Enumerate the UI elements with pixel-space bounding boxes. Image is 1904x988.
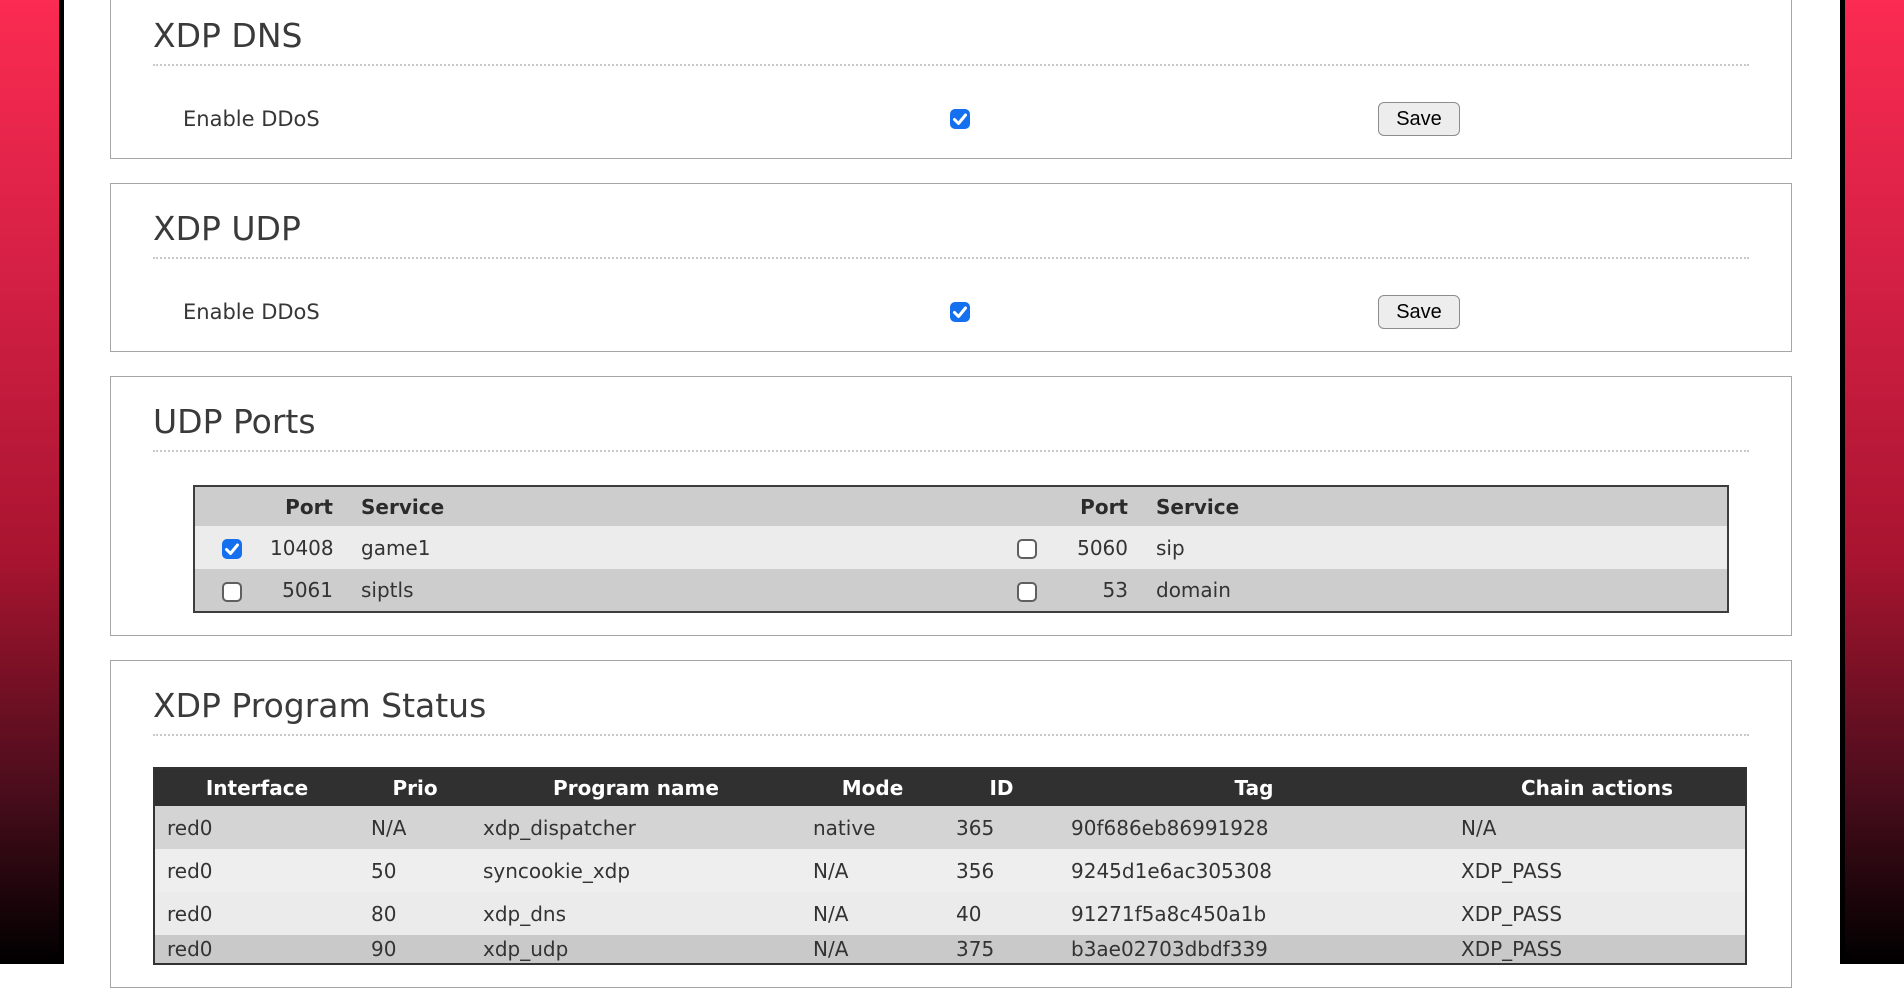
table-row: 10408 game1 5060 sip bbox=[194, 526, 1728, 569]
cell-mode: N/A bbox=[801, 849, 944, 892]
table-row: red0 90 xdp_udp N/A 375 b3ae02703dbdf339… bbox=[154, 935, 1746, 964]
section-title-xdp-program-status: XDP Program Status bbox=[153, 689, 1749, 722]
section-title-xdp-udp: XDP UDP bbox=[153, 212, 1749, 245]
card-xdp-dns: XDP DNS Enable DDoS Save bbox=[110, 0, 1792, 159]
cell-interface: red0 bbox=[154, 849, 359, 892]
column-header-id: ID bbox=[944, 768, 1059, 806]
cell-prio: 90 bbox=[359, 935, 471, 964]
table-header-row: Interface Prio Program name Mode ID Tag … bbox=[154, 768, 1746, 806]
cell-id: 40 bbox=[944, 892, 1059, 935]
cell bbox=[989, 569, 1064, 612]
cell-service: domain bbox=[1134, 569, 1728, 612]
cell-interface: red0 bbox=[154, 935, 359, 964]
cell-prio: 50 bbox=[359, 849, 471, 892]
cell-tag: 9245d1e6ac305308 bbox=[1059, 849, 1449, 892]
cell-port: 5061 bbox=[269, 569, 339, 612]
cell-program-name: xdp_dns bbox=[471, 892, 801, 935]
save-button[interactable]: Save bbox=[1378, 102, 1460, 136]
cell-chain-actions: XDP_PASS bbox=[1449, 892, 1746, 935]
divider bbox=[153, 64, 1749, 66]
column-header-chain-actions: Chain actions bbox=[1449, 768, 1746, 806]
cell-program-name: xdp_dispatcher bbox=[471, 806, 801, 849]
column-header-service: Service bbox=[339, 486, 989, 526]
cell-program-name: xdp_udp bbox=[471, 935, 801, 964]
enable-ddos-row: Enable DDoS Save bbox=[153, 295, 1749, 329]
column-header-prio: Prio bbox=[359, 768, 471, 806]
divider bbox=[153, 450, 1749, 452]
column-header-tag: Tag bbox=[1059, 768, 1449, 806]
column-header-service: Service bbox=[1134, 486, 1728, 526]
cell-port: 5060 bbox=[1064, 526, 1134, 569]
port-game1-checkbox[interactable] bbox=[222, 539, 242, 559]
cell-mode: native bbox=[801, 806, 944, 849]
cell-id: 365 bbox=[944, 806, 1059, 849]
cell-service: siptls bbox=[339, 569, 989, 612]
card-udp-ports: UDP Ports Port Service Port Service bbox=[110, 376, 1792, 636]
cell bbox=[989, 526, 1064, 569]
column-header-interface: Interface bbox=[154, 768, 359, 806]
section-title-udp-ports: UDP Ports bbox=[153, 405, 1749, 438]
cell-tag: b3ae02703dbdf339 bbox=[1059, 935, 1449, 964]
table-row: red0 N/A xdp_dispatcher native 365 90f68… bbox=[154, 806, 1746, 849]
table-row: red0 80 xdp_dns N/A 40 91271f5a8c450a1b … bbox=[154, 892, 1746, 935]
table-row: red0 50 syncookie_xdp N/A 356 9245d1e6ac… bbox=[154, 849, 1746, 892]
column-header-program-name: Program name bbox=[471, 768, 801, 806]
content-area: XDP DNS Enable DDoS Save XDP UDP Enable … bbox=[69, 0, 1833, 988]
enable-ddos-label: Enable DDoS bbox=[183, 107, 320, 131]
enable-ddos-row: Enable DDoS Save bbox=[153, 102, 1749, 136]
xdp-program-status-table: Interface Prio Program name Mode ID Tag … bbox=[153, 767, 1747, 965]
cell bbox=[194, 569, 269, 612]
card-xdp-udp: XDP UDP Enable DDoS Save bbox=[110, 183, 1792, 352]
port-sip-checkbox[interactable] bbox=[1017, 539, 1037, 559]
enable-ddos-checkbox[interactable] bbox=[950, 109, 970, 129]
checkbox-column-header bbox=[194, 486, 269, 526]
checkmark-icon bbox=[950, 302, 970, 322]
udp-ports-table: Port Service Port Service 10408 game1 bbox=[193, 485, 1729, 613]
checkmark-icon bbox=[222, 539, 242, 559]
column-header-mode: Mode bbox=[801, 768, 944, 806]
cell-service: game1 bbox=[339, 526, 989, 569]
cell-chain-actions: N/A bbox=[1449, 806, 1746, 849]
cell-mode: N/A bbox=[801, 892, 944, 935]
cell-prio: 80 bbox=[359, 892, 471, 935]
column-header-port: Port bbox=[1064, 486, 1134, 526]
port-domain-checkbox[interactable] bbox=[1017, 582, 1037, 602]
column-header-port: Port bbox=[269, 486, 339, 526]
divider bbox=[153, 734, 1749, 736]
cell-interface: red0 bbox=[154, 806, 359, 849]
table-row: 5061 siptls 53 domain bbox=[194, 569, 1728, 612]
cell-port: 53 bbox=[1064, 569, 1134, 612]
cell-mode: N/A bbox=[801, 935, 944, 964]
enable-ddos-checkbox[interactable] bbox=[950, 302, 970, 322]
cell-program-name: syncookie_xdp bbox=[471, 849, 801, 892]
cell-port: 10408 bbox=[269, 526, 339, 569]
cell bbox=[194, 526, 269, 569]
cell-chain-actions: XDP_PASS bbox=[1449, 849, 1746, 892]
port-siptls-checkbox[interactable] bbox=[222, 582, 242, 602]
cell-tag: 90f686eb86991928 bbox=[1059, 806, 1449, 849]
checkmark-icon bbox=[950, 109, 970, 129]
left-gradient-strip bbox=[0, 0, 64, 964]
card-xdp-program-status: XDP Program Status Interface Prio Progra… bbox=[110, 660, 1792, 988]
right-gradient-strip bbox=[1840, 0, 1904, 964]
checkbox-column-header bbox=[989, 486, 1064, 526]
cell-tag: 91271f5a8c450a1b bbox=[1059, 892, 1449, 935]
section-title-xdp-dns: XDP DNS bbox=[153, 19, 1749, 52]
cell-chain-actions: XDP_PASS bbox=[1449, 935, 1746, 964]
cell-id: 375 bbox=[944, 935, 1059, 964]
save-button[interactable]: Save bbox=[1378, 295, 1460, 329]
table-header-row: Port Service Port Service bbox=[194, 486, 1728, 526]
enable-ddos-label: Enable DDoS bbox=[183, 300, 320, 324]
cell-id: 356 bbox=[944, 849, 1059, 892]
cell-prio: N/A bbox=[359, 806, 471, 849]
divider bbox=[153, 257, 1749, 259]
cell-service: sip bbox=[1134, 526, 1728, 569]
cell-interface: red0 bbox=[154, 892, 359, 935]
